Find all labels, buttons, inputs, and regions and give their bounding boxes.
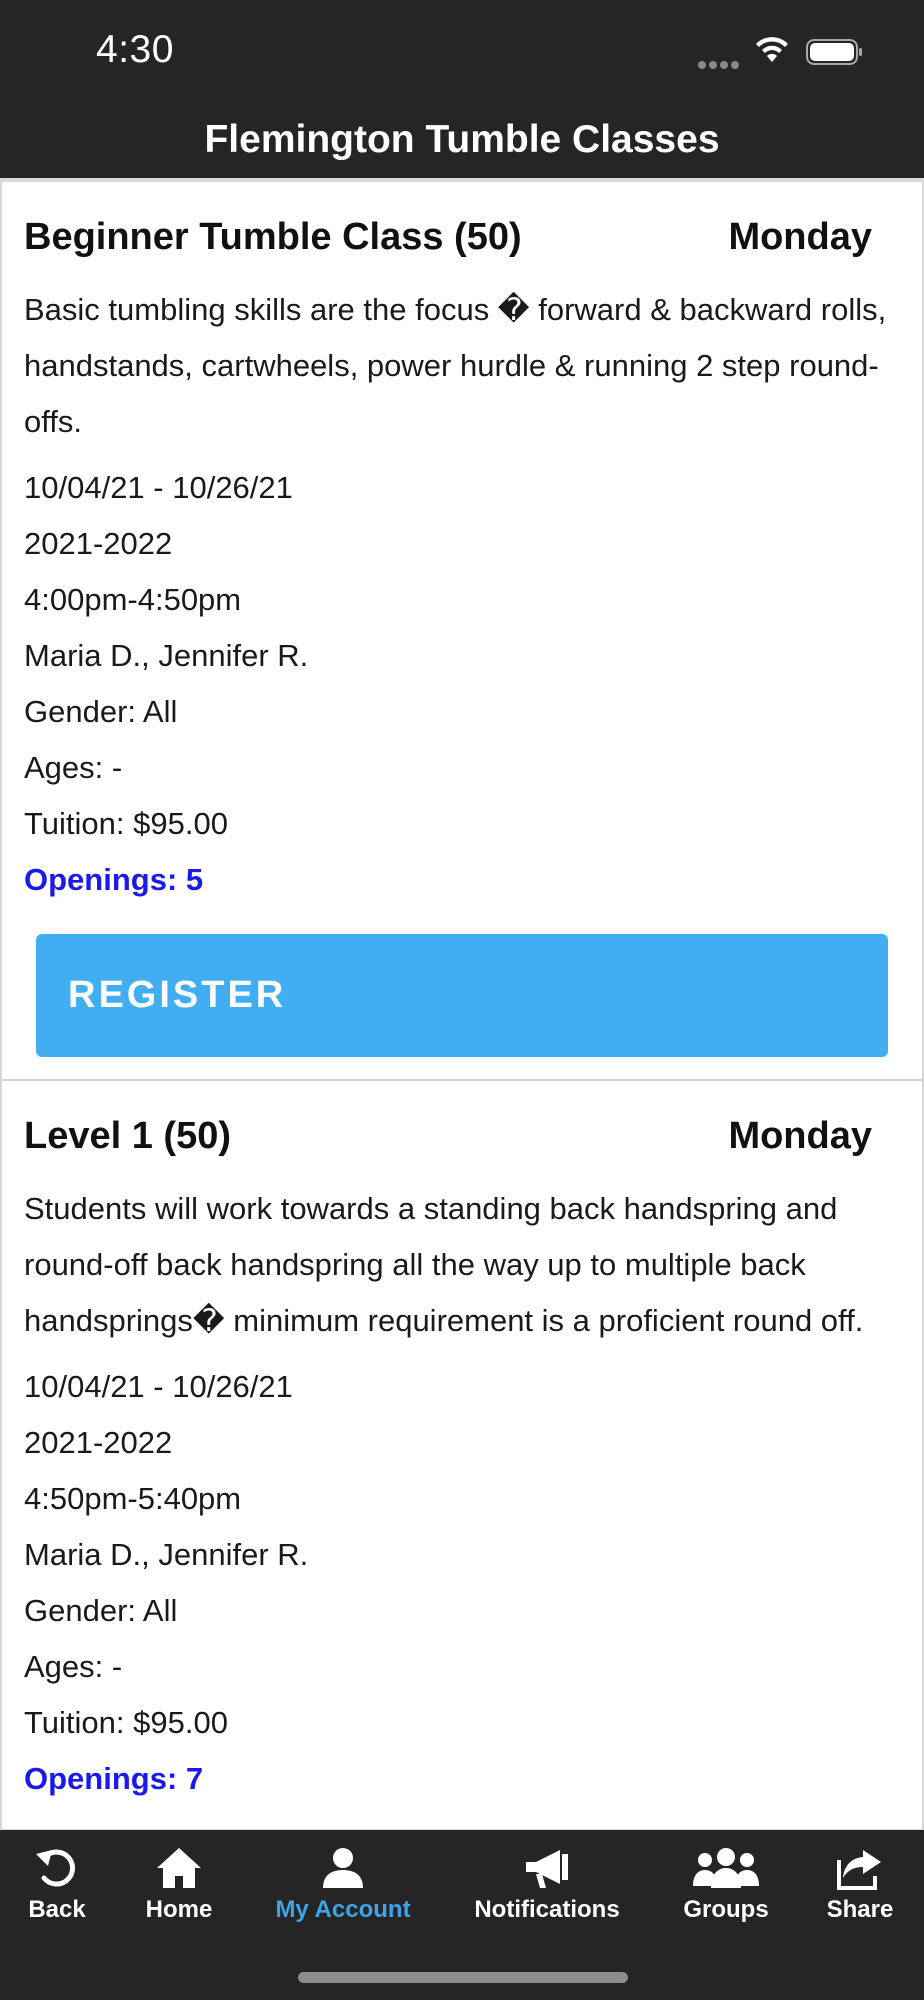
class-card: Level 1 (50) Monday Students will work t…: [0, 1081, 924, 1830]
tab-label: Notifications: [474, 1896, 620, 1923]
class-instructors: Maria D., Jennifer R.: [24, 1537, 309, 1572]
class-card: Beginner Tumble Class (50) Monday Basic …: [0, 182, 924, 1081]
class-dates: 10/04/21 - 10/26/21: [24, 1369, 293, 1404]
megaphone-icon: [526, 1850, 568, 1888]
tab-label: My Account: [275, 1896, 411, 1923]
tab-groups[interactable]: Groups: [680, 1846, 772, 1924]
class-instructors: Maria D., Jennifer R.: [24, 638, 309, 673]
battery-icon: [806, 38, 864, 71]
class-day: Monday: [728, 1115, 872, 1157]
home-icon: [157, 1848, 201, 1888]
class-name: Beginner Tumble Class (50): [24, 216, 522, 258]
class-day: Monday: [728, 216, 872, 258]
group-icon: [693, 1848, 759, 1888]
class-name: Level 1 (50): [24, 1115, 231, 1157]
class-season: 2021-2022: [24, 1425, 173, 1460]
status-time: 4:30: [96, 28, 174, 71]
tab-notifications[interactable]: Notifications: [466, 1846, 628, 1924]
page-title: Flemington Tumble Classes: [204, 118, 720, 161]
class-description: Students will work towards a standing ba…: [24, 1191, 864, 1338]
register-button[interactable]: REGISTER: [36, 934, 888, 1057]
wifi-icon: [754, 36, 790, 69]
tab-back[interactable]: Back: [24, 1846, 90, 1924]
class-season: 2021-2022: [24, 526, 173, 561]
class-openings: Openings: 7: [24, 1761, 204, 1796]
class-gender: Gender: All: [24, 1593, 178, 1628]
tab-label: Back: [28, 1896, 86, 1923]
class-description: Basic tumbling skills are the focus � fo…: [24, 292, 887, 439]
tab-share[interactable]: Share: [822, 1846, 898, 1924]
class-list[interactable]: Beginner Tumble Class (50) Monday Basic …: [0, 178, 924, 1830]
tab-label: Home: [145, 1896, 213, 1923]
back-arrow-icon: [36, 1849, 76, 1887]
class-openings: Openings: 5: [24, 862, 204, 897]
tab-home[interactable]: Home: [136, 1846, 222, 1924]
class-time: 4:50pm-5:40pm: [24, 1481, 242, 1516]
person-icon: [323, 1848, 363, 1888]
class-tuition: Tuition: $95.00: [24, 806, 228, 841]
class-ages: Ages: -: [24, 1649, 123, 1684]
tab-label: Groups: [683, 1896, 769, 1923]
tab-label: Share: [826, 1896, 894, 1923]
home-indicator[interactable]: [298, 1972, 628, 1983]
class-gender: Gender: All: [24, 694, 178, 729]
class-tuition: Tuition: $95.00: [24, 1705, 228, 1740]
share-icon: [837, 1850, 881, 1890]
tab-my-account[interactable]: My Account: [270, 1846, 416, 1924]
top-bar: 4:30 Flemington Tumble Classes: [0, 0, 924, 178]
class-time: 4:00pm-4:50pm: [24, 582, 242, 617]
class-ages: Ages: -: [24, 750, 123, 785]
class-dates: 10/04/21 - 10/26/21: [24, 470, 293, 505]
cellular-signal-icon: [698, 56, 742, 69]
